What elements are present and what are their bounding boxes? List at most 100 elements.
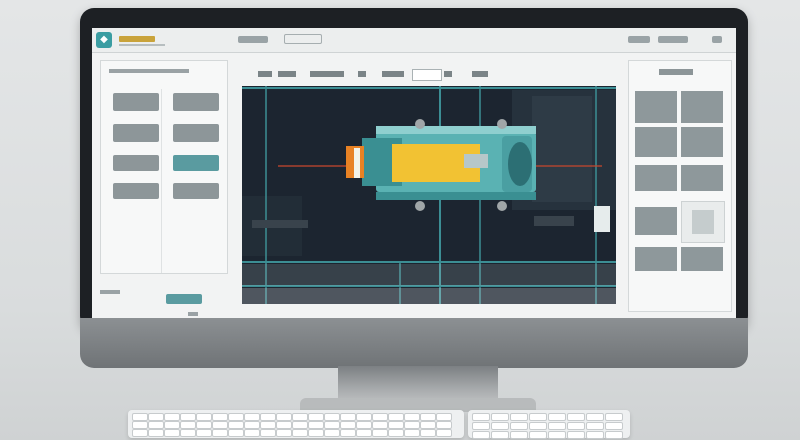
keyboard-key[interactable]: [491, 413, 509, 421]
keyboard-key[interactable]: [472, 422, 490, 430]
keyboard-key[interactable]: [548, 422, 566, 430]
keyboard-key[interactable]: [196, 421, 212, 429]
keyboard-key[interactable]: [388, 413, 404, 421]
menu-item-2[interactable]: [284, 34, 322, 44]
keyboard-key[interactable]: [244, 421, 260, 429]
keyboard-key[interactable]: [404, 429, 420, 437]
keyboard-key[interactable]: [510, 413, 528, 421]
keyboard-key[interactable]: [164, 429, 180, 437]
keyboard-key[interactable]: [491, 431, 509, 439]
keyboard-key[interactable]: [308, 413, 324, 421]
keyboard-key[interactable]: [308, 429, 324, 437]
keyboard-key[interactable]: [308, 421, 324, 429]
keyboard-key[interactable]: [529, 422, 547, 430]
menu-item-1[interactable]: [238, 36, 268, 43]
property-tile-1[interactable]: [635, 91, 677, 123]
property-tile-4[interactable]: [681, 127, 723, 157]
app-logo-icon[interactable]: ◆: [96, 32, 112, 48]
property-tile-6[interactable]: [681, 165, 723, 191]
keyboard-key[interactable]: [164, 421, 180, 429]
keyboard-key[interactable]: [388, 421, 404, 429]
keyboard-key[interactable]: [529, 413, 547, 421]
keyboard-key[interactable]: [212, 421, 228, 429]
status-button[interactable]: [166, 294, 202, 304]
keyboard-key[interactable]: [586, 422, 604, 430]
keyboard-key[interactable]: [491, 422, 509, 430]
property-tile-5[interactable]: [635, 165, 677, 191]
keyboard-key[interactable]: [148, 421, 164, 429]
keyboard-key[interactable]: [340, 429, 356, 437]
keyboard-key[interactable]: [472, 413, 490, 421]
cad-viewport[interactable]: [242, 86, 616, 304]
tool-button-3[interactable]: [113, 124, 159, 142]
keyboard-key[interactable]: [148, 413, 164, 421]
keyboard-key[interactable]: [260, 429, 276, 437]
tool-button-6[interactable]: [173, 155, 219, 171]
keyboard-key[interactable]: [356, 413, 372, 421]
keyboard-key[interactable]: [196, 429, 212, 437]
keyboard-key[interactable]: [372, 413, 388, 421]
keyboard-key[interactable]: [228, 429, 244, 437]
keyboard-key[interactable]: [196, 413, 212, 421]
keyboard-key[interactable]: [324, 429, 340, 437]
vt-input[interactable]: [412, 69, 442, 81]
keyboard-key[interactable]: [180, 429, 196, 437]
keyboard-key[interactable]: [324, 413, 340, 421]
keyboard-key[interactable]: [605, 431, 623, 439]
keyboard-key[interactable]: [340, 421, 356, 429]
keyboard-key[interactable]: [180, 421, 196, 429]
keyboard-key[interactable]: [276, 421, 292, 429]
tool-button-2[interactable]: [173, 93, 219, 111]
tool-button-8[interactable]: [173, 183, 219, 199]
keyboard-key[interactable]: [548, 413, 566, 421]
keyboard-key[interactable]: [436, 421, 452, 429]
keyboard-key[interactable]: [244, 429, 260, 437]
keyboard-key[interactable]: [567, 413, 585, 421]
property-tile-7[interactable]: [635, 207, 677, 235]
keyboard-key[interactable]: [567, 422, 585, 430]
keyboard-key[interactable]: [260, 421, 276, 429]
menu-item-3[interactable]: [628, 36, 650, 43]
keyboard-key[interactable]: [276, 429, 292, 437]
vt-item-5[interactable]: [382, 71, 404, 77]
keyboard-key[interactable]: [510, 422, 528, 430]
keyboard-key[interactable]: [605, 413, 623, 421]
property-tile-3[interactable]: [635, 127, 677, 157]
vt-item-7[interactable]: [472, 71, 488, 77]
keyboard-key[interactable]: [404, 421, 420, 429]
keyboard-key[interactable]: [372, 421, 388, 429]
keyboard-key[interactable]: [260, 413, 276, 421]
keyboard-key[interactable]: [372, 429, 388, 437]
keyboard-key[interactable]: [567, 431, 585, 439]
keyboard-key[interactable]: [212, 413, 228, 421]
keyboard-key[interactable]: [605, 422, 623, 430]
keyboard-key[interactable]: [228, 413, 244, 421]
property-tile-8[interactable]: [635, 247, 677, 271]
keyboard-key[interactable]: [586, 431, 604, 439]
keyboard-key[interactable]: [356, 421, 372, 429]
keyboard-key[interactable]: [244, 413, 260, 421]
keyboard-key[interactable]: [340, 413, 356, 421]
keyboard-key[interactable]: [472, 431, 490, 439]
vt-item-2[interactable]: [278, 71, 296, 77]
keyboard-key[interactable]: [132, 413, 148, 421]
keyboard-key[interactable]: [132, 421, 148, 429]
vt-item-6[interactable]: [444, 71, 452, 77]
keyboard-key[interactable]: [586, 413, 604, 421]
vt-item-3[interactable]: [310, 71, 344, 77]
keyboard-key[interactable]: [510, 431, 528, 439]
keyboard-key[interactable]: [388, 429, 404, 437]
menu-item-5[interactable]: [712, 36, 722, 43]
vt-item-4[interactable]: [358, 71, 366, 77]
property-tile-2[interactable]: [681, 91, 723, 123]
keyboard-key[interactable]: [324, 421, 340, 429]
keyboard-key[interactable]: [292, 421, 308, 429]
keyboard-key[interactable]: [404, 413, 420, 421]
tool-button-7[interactable]: [113, 183, 159, 199]
vt-item-1[interactable]: [258, 71, 272, 77]
keyboard-key[interactable]: [356, 429, 372, 437]
tool-button-1[interactable]: [113, 93, 159, 111]
keyboard-key[interactable]: [228, 421, 244, 429]
keyboard-key[interactable]: [548, 431, 566, 439]
menu-item-4[interactable]: [658, 36, 688, 43]
